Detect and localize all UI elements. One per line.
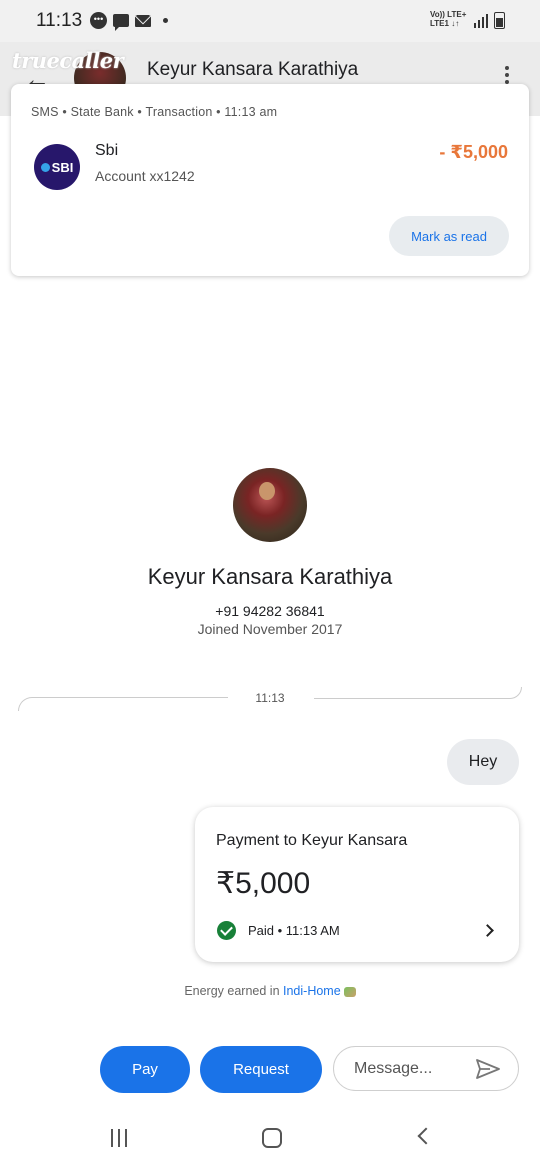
sms-transaction-card[interactable]: SMS • State Bank • Transaction • 11:13 a… xyxy=(11,84,529,276)
status-time: 11:13 xyxy=(36,10,83,31)
chat-bubble-icon: ••• xyxy=(90,12,107,29)
request-button[interactable]: Request xyxy=(200,1046,322,1093)
more-options-icon[interactable] xyxy=(505,66,509,84)
recent-apps-icon[interactable] xyxy=(111,1129,127,1147)
sbi-logo: SBI xyxy=(34,144,80,190)
home-icon[interactable] xyxy=(262,1128,282,1148)
mail-icon xyxy=(135,14,151,27)
mark-as-read-button[interactable]: Mark as read xyxy=(389,216,509,256)
status-bar: 11:13 ••• Vo)) LTE+ LTE1 ↓↑ xyxy=(0,0,540,42)
check-circle-icon xyxy=(217,921,236,940)
message-input[interactable] xyxy=(354,1058,464,1080)
profile-name: Keyur Kansara Karathiya xyxy=(147,564,393,589)
sbi-keyhole-icon xyxy=(40,162,50,172)
sms-sender: Sbi xyxy=(95,142,119,159)
payment-title: Payment to Keyur Kansara xyxy=(216,832,408,849)
truecaller-logo: truecaller xyxy=(12,48,124,73)
network-indicator: Vo)) LTE+ LTE1 ↓↑ xyxy=(430,10,466,28)
sms-account: Account xx1242 xyxy=(95,168,195,184)
network-line-1: Vo)) LTE+ xyxy=(430,10,467,19)
payment-amount: ₹5,000 xyxy=(216,867,311,900)
pay-button[interactable]: Pay xyxy=(100,1046,190,1093)
profile-joined: Joined November 2017 xyxy=(197,621,343,637)
message-icon xyxy=(113,14,129,31)
chevron-right-icon[interactable] xyxy=(481,924,494,937)
back-icon[interactable] xyxy=(417,1127,435,1145)
header-title[interactable]: Keyur Kansara Karathiya xyxy=(147,59,358,81)
energy-link[interactable]: Indi-Home xyxy=(283,984,341,998)
sms-meta: SMS • State Bank • Transaction • 11:13 a… xyxy=(31,105,278,119)
message-text: Hey xyxy=(468,753,498,770)
notification-icons: ••• xyxy=(90,12,168,31)
system-nav-bar xyxy=(0,1105,540,1170)
network-line-2: LTE1 ↓↑ xyxy=(430,19,460,28)
payment-card[interactable]: Payment to Keyur Kansara ₹5,000 Paid • 1… xyxy=(195,807,519,962)
divider-time: 11:13 xyxy=(255,691,285,705)
payment-status: Paid • 11:13 AM xyxy=(248,923,340,938)
profile-phone: +91 94282 36841 xyxy=(215,603,325,619)
battery-icon xyxy=(494,12,505,29)
message-bubble[interactable]: Hey xyxy=(447,739,519,785)
signal-icon xyxy=(474,14,488,28)
send-icon[interactable] xyxy=(476,1059,500,1079)
energy-note: Energy earned in Indi-Home xyxy=(0,984,540,998)
energy-prefix: Energy earned in xyxy=(184,984,283,998)
plant-icon xyxy=(343,986,356,997)
sms-amount: - ₹5,000 xyxy=(439,142,508,162)
profile-avatar[interactable] xyxy=(233,468,307,542)
more-notifications-dot-icon xyxy=(163,18,168,23)
sbi-logo-text: SBI xyxy=(51,159,74,175)
message-box[interactable] xyxy=(333,1046,519,1091)
